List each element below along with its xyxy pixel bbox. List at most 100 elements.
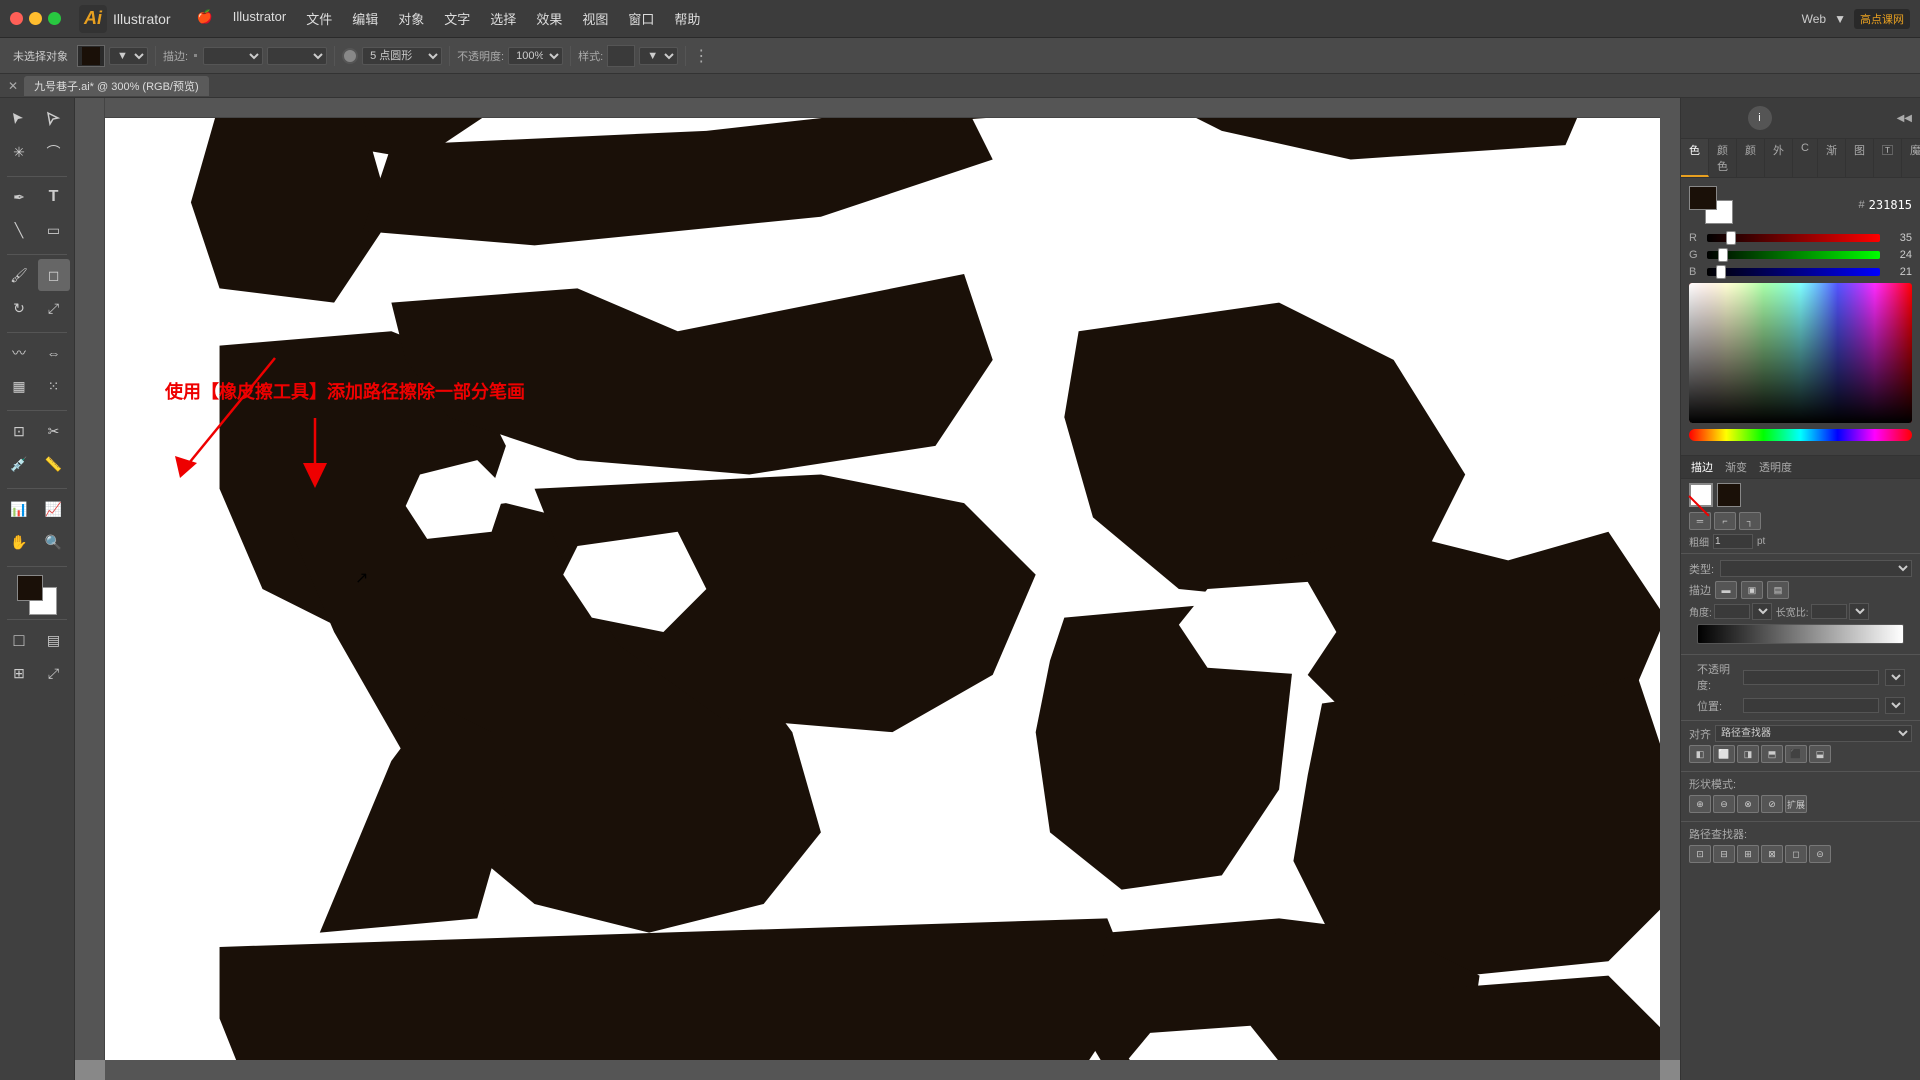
normal-mode[interactable]: □ <box>3 624 35 656</box>
r-slider-thumb[interactable] <box>1726 231 1736 245</box>
minus-back-btn[interactable]: ⊝ <box>1809 845 1831 863</box>
bar-chart-tool[interactable]: 📈 <box>38 493 70 525</box>
stroke-style-btn-3[interactable]: ▤ <box>1767 581 1789 599</box>
ratio-unit-select[interactable]: ▼ <box>1849 603 1869 620</box>
more-options-icon[interactable]: ⋮ <box>693 46 709 66</box>
outline-btn[interactable]: ◻ <box>1785 845 1807 863</box>
eyedropper-tool[interactable]: 💉 <box>3 448 35 480</box>
ratio-input[interactable] <box>1811 604 1847 619</box>
merge-btn[interactable]: ⊞ <box>1737 845 1759 863</box>
stroke-btn-2[interactable]: ⌐ <box>1714 512 1736 530</box>
align-to-select[interactable]: 路径查找器 <box>1715 725 1912 742</box>
fill-select[interactable]: ▼ <box>109 47 148 65</box>
menu-file[interactable]: 文件 <box>298 7 340 30</box>
menu-object[interactable]: 对象 <box>390 7 432 30</box>
bp-tab-gradient[interactable]: 渐变 <box>1719 456 1753 478</box>
menu-apple[interactable]: 🍎 <box>189 7 221 30</box>
draw-inside-mode[interactable]: ▤ <box>38 624 70 656</box>
crop-btn[interactable]: ⊠ <box>1761 845 1783 863</box>
menu-select[interactable]: 选择 <box>482 7 524 30</box>
intersect-btn[interactable]: ⊗ <box>1737 795 1759 813</box>
minimize-button[interactable] <box>29 12 42 25</box>
info-icon[interactable]: i <box>1748 106 1772 130</box>
stroke-style-btn-1[interactable]: ▬ <box>1715 581 1737 599</box>
canvas-content[interactable]: 使用【橡皮擦工具】添加路径擦除一部分笔画 ↗ <box>105 118 1680 1060</box>
document-tab[interactable]: 九号巷子.ai* @ 300% (RGB/预览) <box>24 76 209 96</box>
stroke-weight-input[interactable] <box>1713 534 1753 549</box>
align-center-btn[interactable]: ⬜ <box>1713 745 1735 763</box>
opacity-input[interactable] <box>1743 670 1879 685</box>
menu-help[interactable]: 帮助 <box>666 7 708 30</box>
fg-bg-indicator[interactable] <box>1689 186 1733 224</box>
angle-unit-select[interactable]: ▼ <box>1752 603 1772 620</box>
fill-color-box[interactable] <box>77 45 105 67</box>
fg-bg-swatches[interactable] <box>17 575 57 615</box>
align-left-btn[interactable]: ◧ <box>1689 745 1711 763</box>
position-input[interactable] <box>1743 698 1879 713</box>
stroke-style-select[interactable] <box>267 47 327 65</box>
tab-t[interactable]: 🅃 <box>1874 139 1902 177</box>
hex-input[interactable]: 231815 <box>1869 198 1912 212</box>
rect-tool[interactable]: ▭ <box>38 214 70 246</box>
pen-tool[interactable]: ✒ <box>3 181 35 213</box>
tab-pantone[interactable]: 颜色 <box>1709 139 1737 177</box>
exclude-btn[interactable]: ⊘ <box>1761 795 1783 813</box>
menu-text[interactable]: 文字 <box>436 7 478 30</box>
measure-tool[interactable]: 📏 <box>38 448 70 480</box>
b-slider-thumb[interactable] <box>1716 265 1726 279</box>
tab-magic[interactable]: 魔 <box>1902 139 1920 177</box>
stroke-select[interactable] <box>203 47 263 65</box>
menu-effect[interactable]: 效果 <box>528 7 570 30</box>
gradient-type-select[interactable] <box>1720 560 1912 577</box>
bp-tab-transparency[interactable]: 透明度 <box>1753 456 1798 478</box>
opacity-select[interactable]: 100% <box>508 47 563 65</box>
brush-select[interactable]: 5 点圆形 <box>362 47 442 65</box>
align-bottom-btn[interactable]: ⬓ <box>1809 745 1831 763</box>
menu-view[interactable]: 视图 <box>574 7 616 30</box>
g-slider-track[interactable] <box>1707 251 1880 259</box>
view-mode-dropdown[interactable]: ▼ <box>1834 12 1846 26</box>
tab-color[interactable]: 色 <box>1681 139 1709 177</box>
line-tool[interactable]: ╲ <box>3 214 35 246</box>
rotate-tool[interactable]: ↻ <box>3 292 35 324</box>
align-top-btn[interactable]: ⬒ <box>1761 745 1783 763</box>
close-button[interactable] <box>10 12 23 25</box>
close-tab-x[interactable]: ✕ <box>8 79 18 93</box>
scale-tool[interactable]: ⤢ <box>38 292 70 324</box>
r-slider-track[interactable] <box>1707 234 1880 242</box>
align-right-btn[interactable]: ◨ <box>1737 745 1759 763</box>
stroke-swatch-dark[interactable] <box>1717 483 1741 507</box>
graph-tool[interactable]: 📊 <box>3 493 35 525</box>
stroke-swatch-white[interactable] <box>1689 483 1713 507</box>
tab-grad2[interactable]: 渐 <box>1818 139 1846 177</box>
slice-tool[interactable]: ✂ <box>38 415 70 447</box>
unite-btn[interactable]: ⊕ <box>1689 795 1711 813</box>
menu-edit[interactable]: 编辑 <box>344 7 386 30</box>
tab-gradient[interactable]: C <box>1793 139 1818 177</box>
opacity-unit-select[interactable]: ▼ <box>1885 669 1905 686</box>
warp-tool[interactable]: 〰 <box>3 337 35 369</box>
g-slider-thumb[interactable] <box>1718 248 1728 262</box>
expand-btn[interactable]: 扩展 <box>1785 795 1807 813</box>
collapse-panel-btn[interactable]: ◀◀ <box>1897 113 1912 124</box>
draw-mode-2[interactable]: ⊞ <box>3 657 35 689</box>
scroll-vertical[interactable] <box>1660 98 1680 1060</box>
align-mid-btn[interactable]: ⬛ <box>1785 745 1807 763</box>
stroke-btn-3[interactable]: ┐ <box>1739 512 1761 530</box>
foreground-swatch[interactable] <box>17 575 43 601</box>
selection-tool[interactable] <box>3 103 35 135</box>
angle-input[interactable] <box>1714 604 1750 619</box>
hand-tool[interactable]: ✋ <box>3 526 35 558</box>
tab-outer[interactable]: 颜 <box>1737 139 1765 177</box>
zoom-tool[interactable]: 🔍 <box>38 526 70 558</box>
maximize-button[interactable] <box>48 12 61 25</box>
symbol-sprayer-tool[interactable]: ⁙ <box>38 370 70 402</box>
gradient-preview-bar[interactable] <box>1697 624 1904 644</box>
width-tool[interactable]: ⇔ <box>38 337 70 369</box>
b-slider-track[interactable] <box>1707 268 1880 276</box>
tab-c[interactable]: 外 <box>1765 139 1793 177</box>
lasso-tool[interactable]: ⌒ <box>38 136 70 168</box>
divide-btn[interactable]: ⊡ <box>1689 845 1711 863</box>
trim-btn[interactable]: ⊟ <box>1713 845 1735 863</box>
stroke-style-btn-2[interactable]: ▣ <box>1741 581 1763 599</box>
